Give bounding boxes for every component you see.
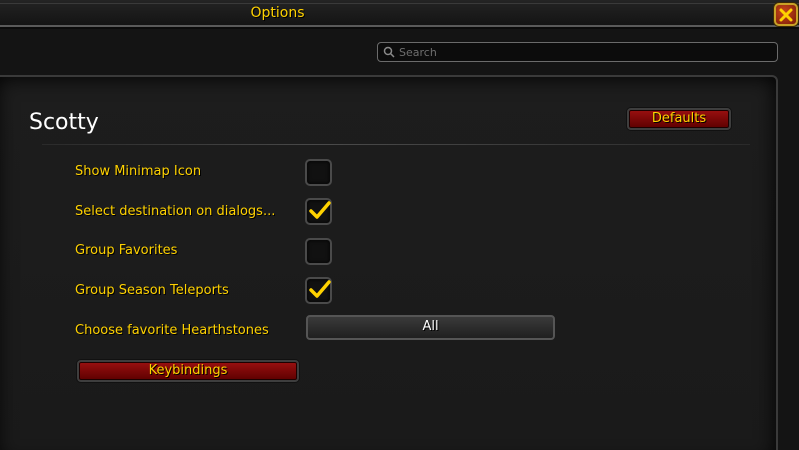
close-button[interactable]: [774, 3, 798, 26]
title-bar: Options: [0, 0, 799, 27]
setting-label-group-season-teleports: Group Season Teleports: [75, 283, 229, 298]
checkbox-select-destination[interactable]: [305, 198, 332, 225]
setting-label-favorite-hearthstones: Choose favorite Hearthstones: [75, 323, 269, 338]
checkmark-icon: [309, 201, 331, 219]
search-input[interactable]: [399, 44, 769, 60]
page-title: Scotty: [29, 110, 99, 135]
header-divider: [42, 144, 750, 145]
window-title: Options: [250, 5, 305, 21]
hearthstone-dropdown[interactable]: All: [306, 315, 555, 340]
search-icon: [383, 46, 395, 58]
settings-panel: [0, 75, 778, 450]
checkbox-minimap[interactable]: [305, 159, 332, 186]
setting-label-select-destination: Select destination on dialogs...: [75, 204, 276, 219]
setting-label-minimap: Show Minimap Icon: [75, 164, 202, 179]
checkmark-icon: [309, 280, 331, 298]
checkbox-group-favorites[interactable]: [305, 238, 332, 265]
setting-label-group-favorites: Group Favorites: [75, 243, 178, 258]
close-icon: [779, 8, 793, 22]
defaults-button[interactable]: Defaults: [627, 108, 731, 130]
checkbox-group-season-teleports[interactable]: [305, 277, 332, 304]
keybindings-button[interactable]: Keybindings: [77, 360, 299, 382]
search-field[interactable]: [377, 42, 778, 62]
